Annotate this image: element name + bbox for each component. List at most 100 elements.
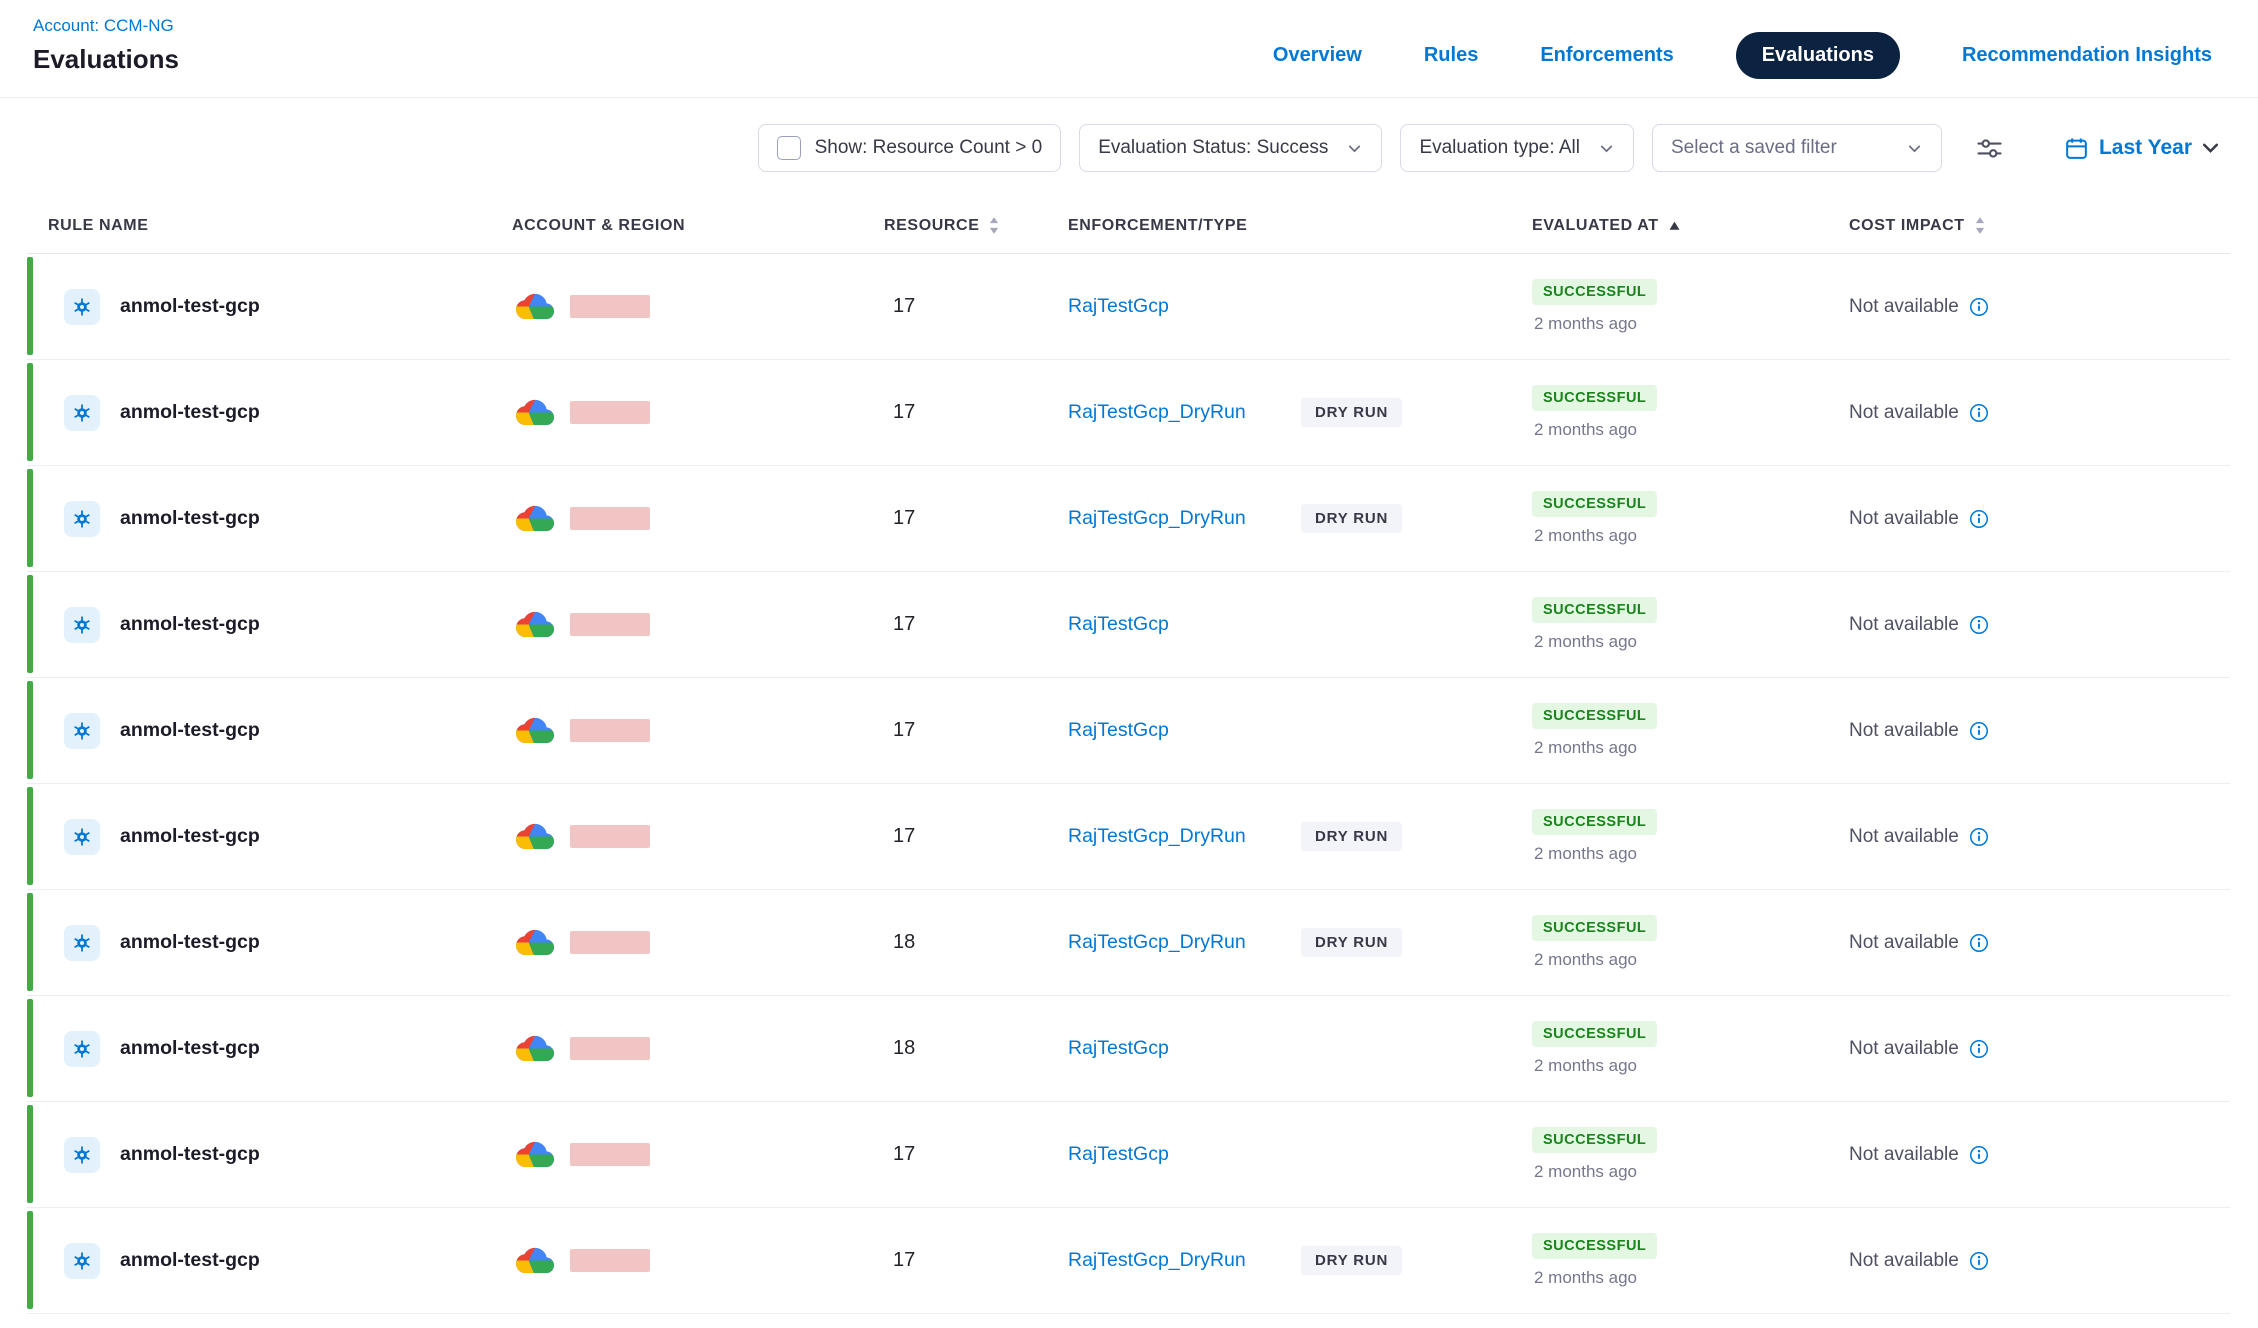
nav-tab-rules[interactable]: Rules bbox=[1424, 44, 1478, 67]
account-region-cell bbox=[512, 1140, 884, 1169]
chevron-down-icon bbox=[2203, 143, 2218, 153]
resource-count-filter-label: Show: Resource Count > 0 bbox=[815, 137, 1043, 159]
table-row[interactable]: anmol-test-gcp 17 RajTestGcp_DryRun DRY … bbox=[27, 1208, 2230, 1314]
account-region-cell bbox=[512, 292, 884, 321]
rule-cell: anmol-test-gcp bbox=[48, 289, 512, 325]
cost-impact-value: Not available bbox=[1849, 720, 1959, 742]
enforcement-link[interactable]: RajTestGcp_DryRun bbox=[1068, 1249, 1246, 1271]
account-name-redacted bbox=[570, 1143, 650, 1166]
account-name-redacted bbox=[570, 1037, 650, 1060]
enforcement-link[interactable]: RajTestGcp_DryRun bbox=[1068, 825, 1246, 847]
column-header-resource[interactable]: RESOURCE bbox=[884, 216, 1068, 235]
enforcement-link[interactable]: RajTestGcp_DryRun bbox=[1068, 931, 1246, 953]
status-badge: SUCCESSFUL bbox=[1532, 597, 1657, 623]
cost-impact-cell: Not available bbox=[1849, 826, 2230, 848]
gcp-cloud-icon bbox=[516, 610, 554, 639]
enforcement-link[interactable]: RajTestGcp bbox=[1068, 719, 1169, 741]
cost-impact-cell: Not available bbox=[1849, 296, 2230, 318]
account-breadcrumb[interactable]: Account: CCM-NG bbox=[33, 16, 179, 36]
account-name-redacted bbox=[570, 401, 650, 424]
info-icon[interactable] bbox=[1969, 1251, 1989, 1271]
table-row[interactable]: anmol-test-gcp 17 RajTestGcp SUCCESSFUL bbox=[27, 678, 2230, 784]
date-range-value: Last Year bbox=[2099, 136, 2192, 160]
account-name-redacted bbox=[570, 507, 650, 530]
table-row[interactable]: anmol-test-gcp 17 RajTestGcp_DryRun DRY … bbox=[27, 360, 2230, 466]
table-row[interactable]: anmol-test-gcp 17 RajTestGcp_DryRun DRY … bbox=[27, 466, 2230, 572]
resource-count-filter[interactable]: Show: Resource Count > 0 bbox=[758, 124, 1062, 172]
evaluation-type-dropdown[interactable]: Evaluation type: All bbox=[1400, 124, 1634, 172]
enforcement-link[interactable]: RajTestGcp bbox=[1068, 1037, 1169, 1059]
info-icon[interactable] bbox=[1969, 403, 1989, 423]
sort-icon[interactable] bbox=[988, 216, 1000, 235]
filter-settings-icon[interactable] bbox=[1976, 135, 2003, 162]
enforcement-cell: RajTestGcp bbox=[1068, 295, 1532, 318]
nav-tab-enforcements[interactable]: Enforcements bbox=[1540, 44, 1673, 67]
enforcement-link[interactable]: RajTestGcp_DryRun bbox=[1068, 401, 1246, 423]
cost-impact-value: Not available bbox=[1849, 1038, 1959, 1060]
evaluated-at-cell: SUCCESSFUL 2 months ago bbox=[1532, 1127, 1849, 1182]
saved-filter-dropdown[interactable]: Select a saved filter bbox=[1652, 124, 1942, 172]
evaluated-time: 2 months ago bbox=[1532, 526, 1637, 546]
cost-impact-cell: Not available bbox=[1849, 614, 2230, 636]
rule-icon bbox=[64, 501, 100, 537]
enforcement-link[interactable]: RajTestGcp bbox=[1068, 613, 1169, 635]
evaluation-status-dropdown[interactable]: Evaluation Status: Success bbox=[1079, 124, 1382, 172]
table-header-row: RULE NAME ACCOUNT & REGION RESOURCE ENFO… bbox=[27, 198, 2230, 254]
account-region-cell bbox=[512, 716, 884, 745]
status-badge: SUCCESSFUL bbox=[1532, 385, 1657, 411]
status-badge: SUCCESSFUL bbox=[1532, 491, 1657, 517]
rule-name: anmol-test-gcp bbox=[120, 825, 260, 848]
table-row[interactable]: anmol-test-gcp 18 RajTestGcp SUCCESSFUL bbox=[27, 996, 2230, 1102]
cost-impact-value: Not available bbox=[1849, 1144, 1959, 1166]
enforcement-link[interactable]: RajTestGcp_DryRun bbox=[1068, 507, 1246, 529]
info-icon[interactable] bbox=[1969, 1145, 1989, 1165]
rule-icon bbox=[64, 395, 100, 431]
enforcement-link[interactable]: RajTestGcp bbox=[1068, 295, 1169, 317]
table-row[interactable]: anmol-test-gcp 17 RajTestGcp SUCCESSFUL bbox=[27, 1102, 2230, 1208]
nav-tab-recommendation-insights[interactable]: Recommendation Insights bbox=[1962, 44, 2212, 67]
dry-run-badge: DRY RUN bbox=[1301, 928, 1402, 957]
enforcement-cell: RajTestGcp bbox=[1068, 1037, 1532, 1060]
info-icon[interactable] bbox=[1969, 509, 1989, 529]
info-icon[interactable] bbox=[1969, 933, 1989, 953]
header-left: Account: CCM-NG Evaluations bbox=[33, 16, 179, 75]
date-range-picker[interactable]: Last Year bbox=[2065, 136, 2218, 160]
account-name-redacted bbox=[570, 825, 650, 848]
nav-tab-overview[interactable]: Overview bbox=[1273, 44, 1362, 67]
info-icon[interactable] bbox=[1969, 827, 1989, 847]
column-header-evaluated-at[interactable]: EVALUATED AT bbox=[1532, 217, 1849, 235]
rule-cell: anmol-test-gcp bbox=[48, 713, 512, 749]
account-region-cell bbox=[512, 398, 884, 427]
rule-cell: anmol-test-gcp bbox=[48, 819, 512, 855]
evaluated-time: 2 months ago bbox=[1532, 1268, 1637, 1288]
rule-icon bbox=[64, 607, 100, 643]
sort-icon[interactable] bbox=[1974, 216, 1986, 235]
gcp-cloud-icon bbox=[516, 292, 554, 321]
resource-count: 18 bbox=[884, 1037, 1068, 1060]
info-icon[interactable] bbox=[1969, 1039, 1989, 1059]
status-badge: SUCCESSFUL bbox=[1532, 915, 1657, 941]
info-icon[interactable] bbox=[1969, 297, 1989, 317]
row-status-accent-bar bbox=[27, 1211, 33, 1309]
resource-count: 17 bbox=[884, 1249, 1068, 1272]
table-row[interactable]: anmol-test-gcp 17 RajTestGcp_DryRun DRY … bbox=[27, 784, 2230, 890]
table-row[interactable]: anmol-test-gcp 17 RajTestGcp SUCCESSFUL bbox=[27, 572, 2230, 678]
enforcement-link[interactable]: RajTestGcp bbox=[1068, 1143, 1169, 1165]
rule-icon bbox=[64, 713, 100, 749]
cost-impact-cell: Not available bbox=[1849, 508, 2230, 530]
evaluations-table: RULE NAME ACCOUNT & REGION RESOURCE ENFO… bbox=[0, 198, 2258, 1314]
evaluated-time: 2 months ago bbox=[1532, 420, 1637, 440]
enforcement-cell: RajTestGcp_DryRun DRY RUN bbox=[1068, 1246, 1532, 1275]
resource-count-checkbox[interactable] bbox=[777, 136, 801, 160]
info-icon[interactable] bbox=[1969, 615, 1989, 635]
status-badge: SUCCESSFUL bbox=[1532, 1233, 1657, 1259]
table-row[interactable]: anmol-test-gcp 18 RajTestGcp_DryRun DRY … bbox=[27, 890, 2230, 996]
sort-ascending-icon[interactable] bbox=[1668, 221, 1681, 231]
column-header-cost-impact[interactable]: COST IMPACT bbox=[1849, 216, 2230, 235]
resource-count: 17 bbox=[884, 825, 1068, 848]
info-icon[interactable] bbox=[1969, 721, 1989, 741]
table-row[interactable]: anmol-test-gcp 17 RajTestGcp SUCCESSFUL bbox=[27, 254, 2230, 360]
chevron-down-icon bbox=[1906, 140, 1923, 157]
cost-impact-cell: Not available bbox=[1849, 932, 2230, 954]
nav-tab-evaluations[interactable]: Evaluations bbox=[1736, 32, 1900, 79]
